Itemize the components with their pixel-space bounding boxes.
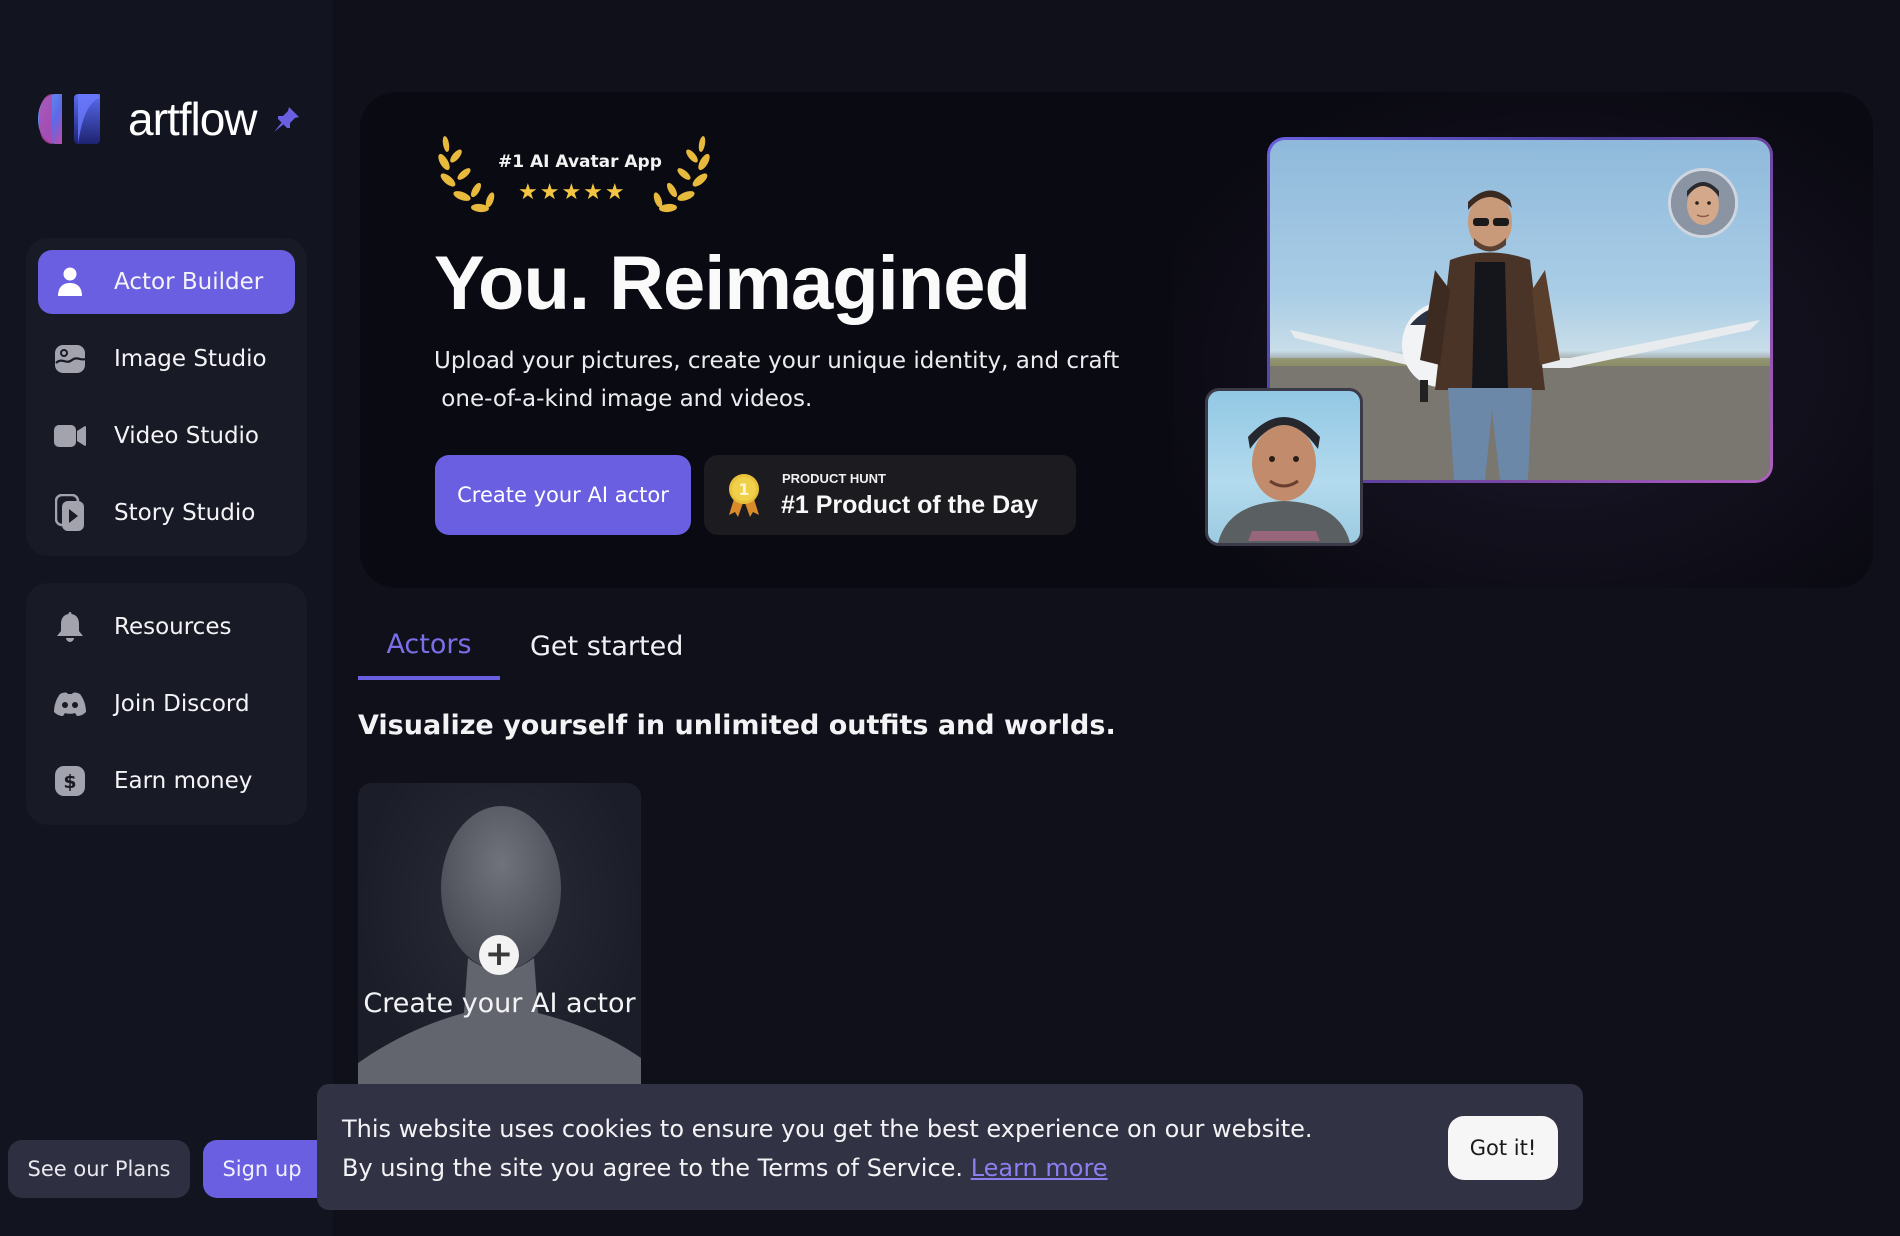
user-icon [52,264,88,300]
laurel-left-icon [438,136,495,213]
hero-subtitle: Upload your pictures, create your unique… [434,342,1154,418]
logo[interactable]: artflow [38,92,303,146]
selfie-illustration [1218,417,1350,543]
sidebar-item-label: Story Studio [114,500,256,526]
product-hunt-kicker: PRODUCT HUNT [782,471,886,486]
create-actor-card[interactable]: + Create your AI actor [358,783,641,1093]
sidebar-item-video-studio[interactable]: Video Studio [38,404,295,468]
accept-cookies-button[interactable]: Got it! [1448,1116,1558,1180]
learn-more-link[interactable]: Learn more [971,1154,1108,1182]
plus-icon[interactable]: + [479,935,519,975]
sidebar-item-story-studio[interactable]: Story Studio [38,481,295,545]
hero-subtitle-line: one-of-a-kind image and videos. [434,386,813,412]
face-illustration [1671,171,1735,235]
create-actor-card-label: Create your AI actor [363,988,636,1019]
svg-text:$: $ [63,771,76,793]
sidebar-item-label: Join Discord [114,691,250,717]
section-title: Visualize yourself in unlimited outfits … [358,710,1116,741]
sidebar-item-actor-builder[interactable]: Actor Builder [38,250,295,314]
hero-subtitle-line: Upload your pictures, create your unique… [434,348,1120,374]
image-icon [52,341,88,377]
tab-actors[interactable]: Actors [358,612,500,680]
medal-icon: 1 [729,474,759,517]
svg-text:1: 1 [738,480,749,499]
hero-title: You. Reimagined [434,241,1031,326]
pin-icon[interactable] [271,103,303,135]
bell-icon [52,609,88,645]
uploaded-selfie-thumbnail [1205,388,1363,546]
brand-name: artflow [128,93,257,145]
award-text: #1 AI Avatar App [498,152,662,172]
sidebar-item-image-studio[interactable]: Image Studio [38,327,295,391]
sidebar-item-label: Actor Builder [114,269,264,295]
sidebar-item-join-discord[interactable]: Join Discord [38,672,295,736]
award-badge: #1 AI Avatar App ★★★★★ [434,134,714,218]
cookie-banner: This website uses cookies to ensure you … [317,1084,1583,1210]
product-hunt-badge[interactable]: 1 PRODUCT HUNT #1 Product of the Day [704,455,1076,535]
sidebar-item-label: Image Studio [114,346,267,372]
rating-stars: ★★★★★ [518,180,627,205]
content-tabs: Actors Get started [358,612,713,680]
video-camera-icon [52,418,88,454]
hero-banner: #1 AI Avatar App ★★★★★ You. Reimagined U… [360,92,1873,588]
sign-up-button[interactable]: Sign up [203,1140,333,1198]
sidebar-item-earn-money[interactable]: $ Earn money [38,749,295,813]
discord-icon [52,686,88,722]
artflow-logo-icon [38,94,100,144]
primary-nav: Actor Builder Image Studio Video Studio … [26,238,307,556]
product-hunt-title: #1 Product of the Day [781,491,1038,519]
sidebar-item-label: Video Studio [114,423,260,449]
secondary-nav: Resources Join Discord $ Earn money [26,583,307,825]
dollar-icon: $ [52,763,88,799]
sidebar-item-label: Resources [114,614,232,640]
create-ai-actor-button[interactable]: Create your AI actor [435,455,691,535]
sidebar-item-resources[interactable]: Resources [38,595,295,659]
story-play-icon [52,494,88,531]
tab-get-started[interactable]: Get started [500,612,713,680]
cookie-text: This website uses cookies to ensure you … [342,1115,1313,1182]
cookie-message: This website uses cookies to ensure you … [342,1110,1342,1188]
see-plans-button[interactable]: See our Plans [8,1140,190,1198]
sidebar-item-label: Earn money [114,768,253,794]
laurel-right-icon [653,136,710,213]
sidebar: artflow Actor Builder Image Studio Video… [0,0,333,1236]
reference-face-avatar [1668,168,1738,238]
